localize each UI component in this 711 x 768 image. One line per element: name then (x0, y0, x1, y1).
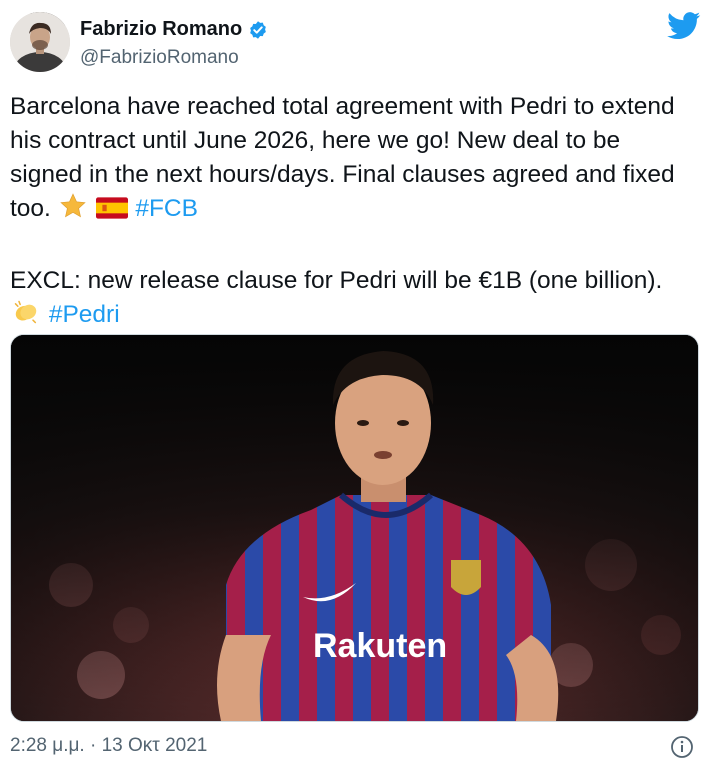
avatar-image (10, 12, 70, 72)
twitter-bird-icon (667, 12, 701, 40)
info-icon[interactable] (670, 735, 694, 759)
tweet-body: Barcelona have reached total agreement w… (10, 90, 690, 336)
author-avatar[interactable] (10, 12, 70, 72)
verified-badge-icon (248, 20, 268, 40)
tweet-media-photo[interactable]: Rakuten (10, 334, 699, 722)
spain-flag-emoji (95, 196, 128, 230)
author-display-name[interactable]: Fabrizio Romano (80, 18, 242, 41)
author-handle[interactable]: @FabrizioRomano (80, 47, 239, 69)
author-name-row[interactable]: Fabrizio Romano (80, 18, 268, 41)
star-emoji (59, 192, 87, 230)
hashtag-pedri-link[interactable]: #Pedri (49, 301, 120, 328)
tweet-card: Fabrizio Romano @FabrizioRomano Barcelon… (0, 0, 711, 768)
tweet-paragraph-2-text: EXCL: new release clause for Pedri will … (10, 267, 663, 294)
player-photo: Rakuten (11, 335, 698, 721)
tweet-paragraph-2: EXCL: new release clause for Pedri will … (10, 264, 690, 336)
tweet-timestamp[interactable]: 2:28 μ.μ. · 13 Οκτ 2021 (10, 735, 207, 757)
tweet-paragraph-1: Barcelona have reached total agreement w… (10, 90, 690, 230)
shirt-sponsor-text: Rakuten (313, 627, 447, 665)
hashtag-fcb-link[interactable]: #FCB (135, 195, 198, 222)
clapping-hands-emoji (11, 298, 41, 336)
